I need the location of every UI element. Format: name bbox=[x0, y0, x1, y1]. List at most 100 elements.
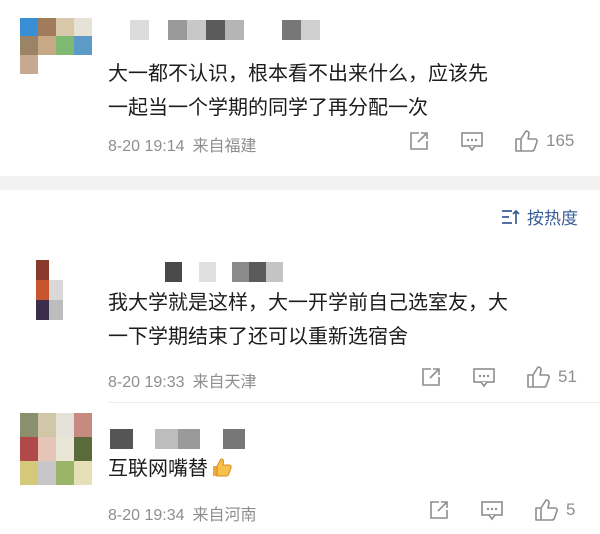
comment-meta: 8-20 19:33 来自天津 bbox=[108, 368, 257, 392]
like-count: 165 bbox=[546, 131, 575, 150]
username-pixel bbox=[225, 20, 244, 40]
avatar-pixel bbox=[20, 461, 38, 485]
username-pixel bbox=[148, 262, 165, 282]
username-pixel bbox=[215, 262, 233, 282]
avatar-pixel bbox=[74, 18, 92, 36]
avatar-pixel bbox=[62, 300, 76, 320]
share-button[interactable] bbox=[428, 499, 450, 521]
username-pixel bbox=[222, 429, 245, 449]
username-pixel bbox=[168, 20, 187, 40]
share-icon bbox=[422, 368, 440, 386]
username[interactable] bbox=[130, 20, 320, 40]
comment-button[interactable] bbox=[480, 499, 504, 521]
comment-date: 8-20 19:33 bbox=[108, 374, 185, 391]
username-pixel bbox=[198, 262, 216, 282]
avatar[interactable] bbox=[36, 260, 76, 320]
username-pixel bbox=[244, 20, 263, 40]
username-pixel bbox=[249, 262, 267, 282]
thumbs-up-emoji bbox=[210, 455, 234, 489]
avatar-pixel bbox=[56, 461, 74, 485]
username-pixel bbox=[266, 262, 283, 282]
sort-by-hot-button[interactable]: 按热度 bbox=[501, 204, 578, 229]
section-divider bbox=[0, 176, 600, 190]
username[interactable] bbox=[148, 262, 283, 282]
avatar-pixel bbox=[20, 55, 38, 74]
comment-button[interactable] bbox=[472, 366, 496, 388]
like-button[interactable]: 165 bbox=[514, 129, 574, 153]
comment-date: 8-20 19:34 bbox=[108, 507, 185, 524]
avatar-pixel bbox=[62, 260, 76, 280]
avatar-pixel bbox=[49, 260, 63, 280]
comment-text: 大一都不认识，根本看不出来什么，应该先 一起当一个学期的同学了再分配一次 bbox=[108, 61, 488, 119]
avatar-pixel bbox=[74, 36, 92, 55]
avatar-pixel bbox=[49, 300, 63, 320]
username-pixel bbox=[282, 20, 301, 40]
like-count: 5 bbox=[566, 500, 576, 519]
username-pixel bbox=[132, 429, 155, 449]
thumbs-up-icon bbox=[515, 130, 538, 152]
sort-label: 按热度 bbox=[527, 209, 578, 229]
like-button[interactable]: 5 bbox=[534, 498, 575, 522]
avatar-pixel bbox=[20, 413, 38, 437]
comment-meta: 8-20 19:14 来自福建 bbox=[108, 132, 257, 156]
comment-date: 8-20 19:14 bbox=[108, 138, 185, 155]
username-pixel bbox=[187, 20, 206, 40]
username-pixel bbox=[155, 429, 178, 449]
thumbs-up-icon bbox=[527, 366, 550, 388]
share-button[interactable] bbox=[420, 366, 442, 388]
avatar-pixel bbox=[20, 36, 38, 55]
comment-separator bbox=[108, 402, 600, 403]
comment-item-1: 大一都不认识，根本看不出来什么，应该先 一起当一个学期的同学了再分配一次 8-2… bbox=[0, 0, 600, 180]
comment-item-2: 我大学就是这样，大一开学前自己选室友，大 一下学期结束了还可以重新选宿舍 8-2… bbox=[0, 250, 600, 400]
like-button[interactable]: 51 bbox=[526, 365, 577, 389]
username-pixel bbox=[130, 20, 149, 40]
comment-location: 来自河南 bbox=[192, 507, 257, 524]
username-pixel bbox=[263, 20, 282, 40]
avatar-pixel bbox=[36, 260, 50, 280]
avatar-pixel bbox=[74, 461, 92, 485]
avatar-pixel bbox=[36, 280, 50, 300]
comment-icon bbox=[461, 132, 483, 152]
comment-icon bbox=[473, 368, 495, 388]
avatar[interactable] bbox=[20, 413, 92, 485]
avatar-pixel bbox=[56, 413, 74, 437]
username-pixel bbox=[200, 429, 223, 449]
comment-location: 来自福建 bbox=[192, 138, 257, 155]
avatar-pixel bbox=[74, 413, 92, 437]
share-icon bbox=[410, 132, 428, 150]
comment-button[interactable] bbox=[460, 130, 484, 152]
avatar-pixel bbox=[62, 280, 76, 300]
thumbs-up-icon bbox=[535, 499, 558, 521]
comment-icon bbox=[481, 501, 503, 521]
comment-item-3: 互联网嘴替 8-20 19:34 来自河南 5 bbox=[0, 405, 600, 534]
comment-location: 来自天津 bbox=[192, 374, 257, 391]
username-pixel bbox=[164, 262, 182, 282]
avatar-pixel bbox=[56, 18, 74, 36]
like-count: 51 bbox=[558, 367, 577, 386]
username[interactable] bbox=[110, 429, 245, 449]
username-pixel bbox=[206, 20, 225, 40]
avatar[interactable] bbox=[20, 18, 92, 74]
share-button[interactable] bbox=[408, 130, 430, 152]
avatar-pixel bbox=[49, 280, 63, 300]
username-pixel bbox=[232, 262, 250, 282]
share-icon bbox=[430, 501, 448, 519]
avatar-pixel bbox=[56, 437, 74, 461]
username-pixel bbox=[181, 262, 199, 282]
comment-meta: 8-20 19:34 来自河南 bbox=[108, 501, 257, 525]
avatar-pixel bbox=[38, 413, 56, 437]
sort-icon bbox=[502, 209, 520, 224]
comment-text: 我大学就是这样，大一开学前自己选室友，大 一下学期结束了还可以重新选宿舍 bbox=[108, 290, 508, 348]
avatar-pixel bbox=[38, 437, 56, 461]
username-pixel bbox=[110, 429, 133, 449]
username-pixel bbox=[301, 20, 320, 40]
comment-text: 互联网嘴替 bbox=[108, 451, 234, 489]
avatar-pixel bbox=[74, 437, 92, 461]
username-pixel bbox=[177, 429, 200, 449]
avatar-pixel bbox=[38, 36, 56, 55]
avatar-pixel bbox=[38, 461, 56, 485]
username-pixel bbox=[149, 20, 168, 40]
avatar-pixel bbox=[56, 36, 74, 55]
avatar-pixel bbox=[38, 18, 56, 36]
avatar-pixel bbox=[20, 18, 38, 36]
